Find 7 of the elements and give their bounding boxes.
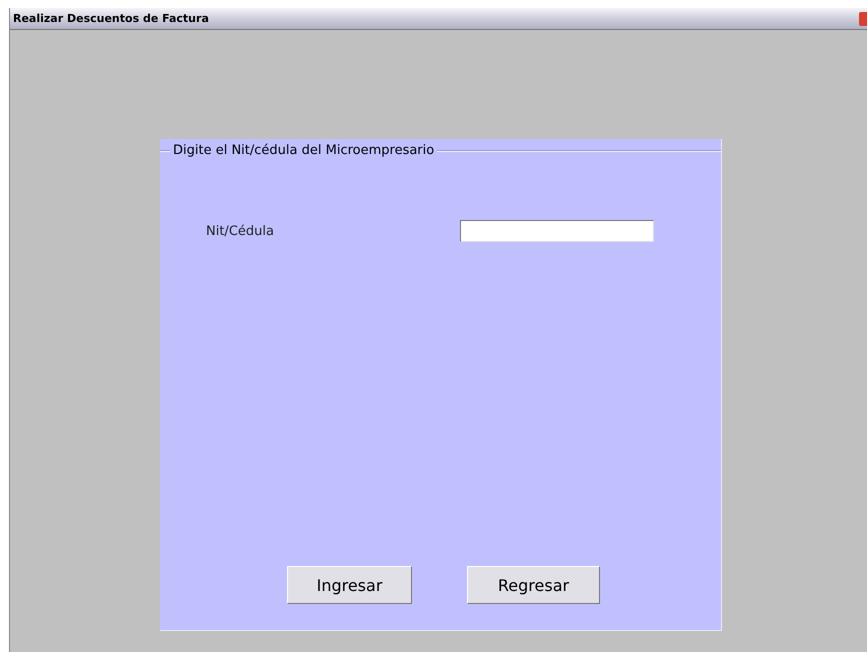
window-title: Realizar Descuentos de Factura (12, 12, 209, 25)
group-legend: Digite el Nit/cédula del Microempresario (170, 143, 438, 158)
action-button[interactable]: Ingresar (287, 566, 412, 604)
close-icon[interactable] (859, 12, 867, 26)
action-button[interactable]: Regresar (467, 566, 600, 604)
input-field[interactable] (460, 220, 654, 242)
field-label: Nit/Cédula (206, 224, 275, 238)
